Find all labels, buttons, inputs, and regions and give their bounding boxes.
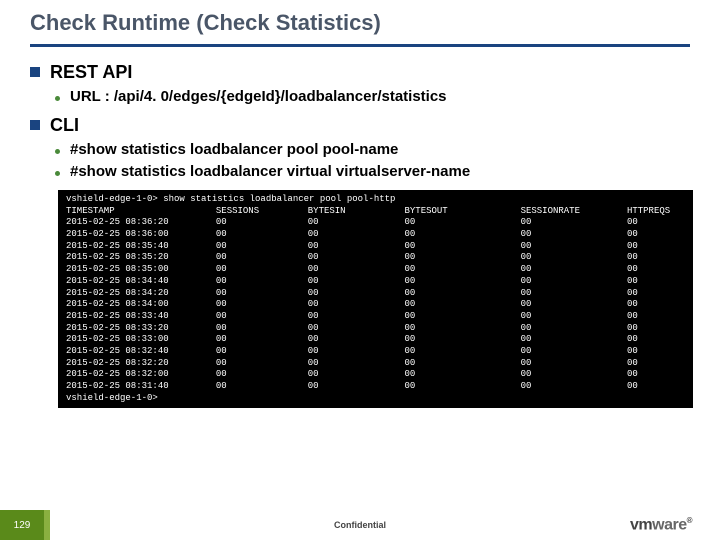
badge-decoration-icon — [44, 510, 50, 540]
dot-bullet-icon — [55, 171, 60, 176]
confidential-label: Confidential — [334, 520, 386, 530]
vmware-logo: vmware® — [630, 516, 692, 534]
section-title-cli: CLI — [50, 115, 79, 136]
cli-cmd-virtual: #show statistics loadbalancer virtual vi… — [70, 163, 470, 180]
section-title-rest: REST API — [50, 62, 132, 83]
section-cli: CLI #show statistics loadbalancer pool p… — [30, 115, 690, 180]
square-bullet-icon — [30, 120, 40, 130]
page-number: 129 — [0, 510, 44, 540]
terminal-output: vshield-edge-1-0> show statistics loadba… — [58, 190, 693, 408]
section-rest-api: REST API URL : /api/4. 0/edges/{edgeId}/… — [30, 62, 690, 105]
dot-bullet-icon — [55, 96, 60, 101]
cli-cmd-pool: #show statistics loadbalancer pool pool-… — [70, 141, 398, 158]
dot-bullet-icon — [55, 149, 60, 154]
rest-url-text: URL : /api/4. 0/edges/{edgeId}/loadbalan… — [70, 88, 447, 105]
slide-footer: 129 Confidential vmware® — [0, 510, 720, 540]
square-bullet-icon — [30, 67, 40, 77]
slide-title: Check Runtime (Check Statistics) — [30, 10, 690, 47]
